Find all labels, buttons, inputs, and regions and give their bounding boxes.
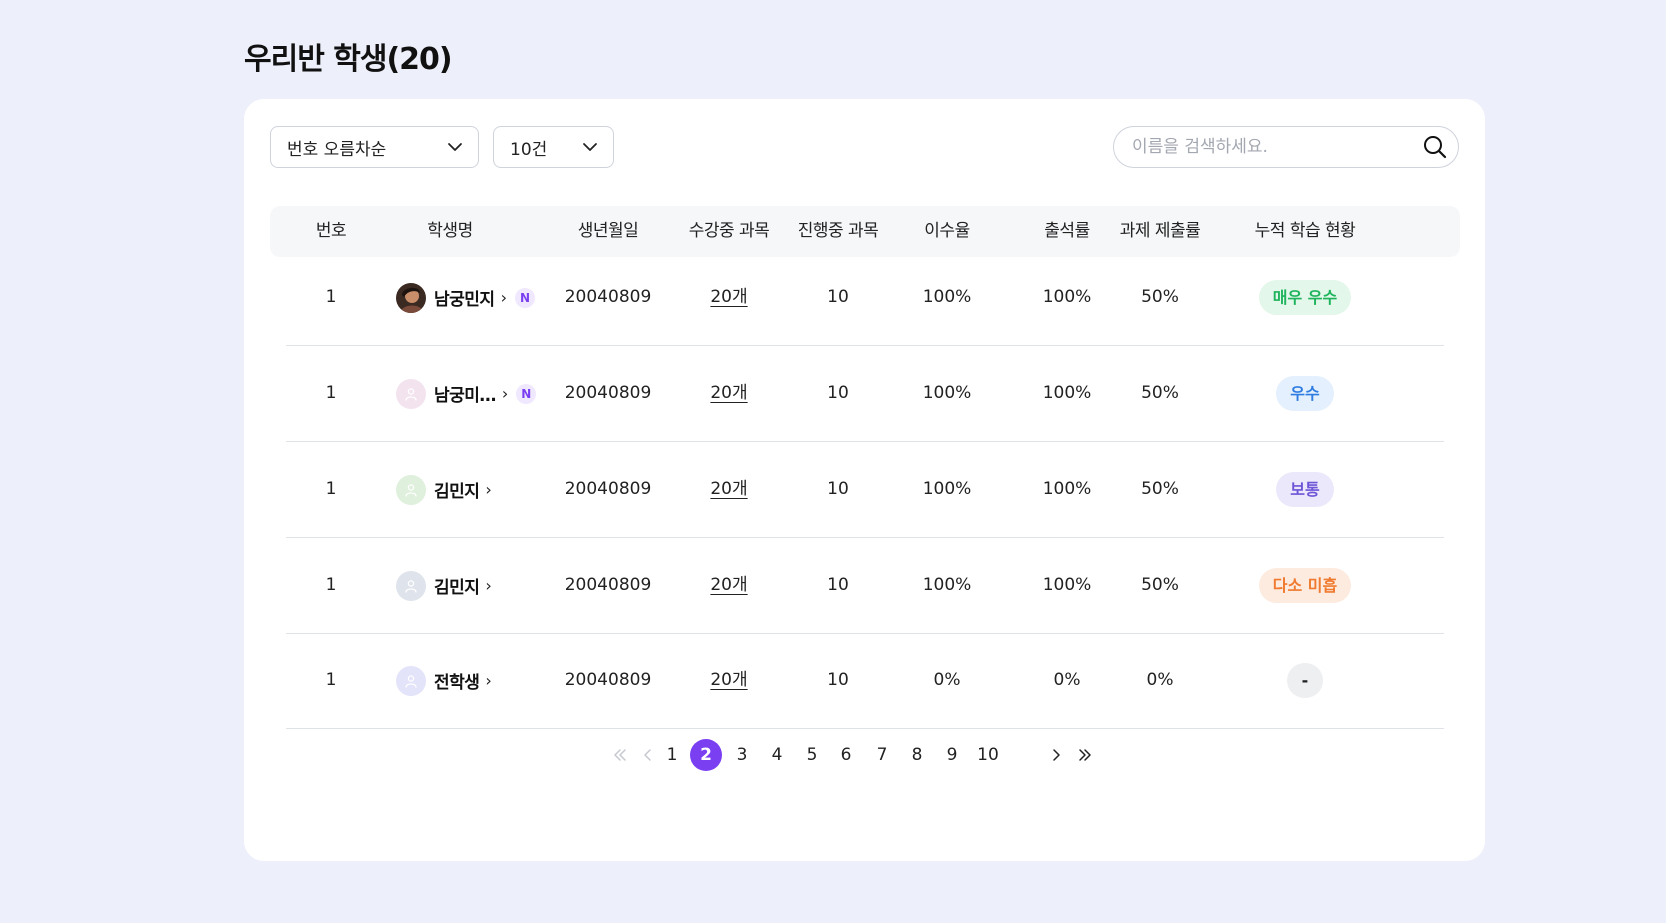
student-name-link[interactable]: 김민지 ›	[396, 538, 492, 633]
page-number-6[interactable]: 6	[830, 739, 862, 771]
cell-birthdate: 20040809	[564, 287, 652, 307]
cell-assignment-rate: 50%	[1141, 383, 1179, 403]
table-row: 1 남궁미… › N 20040809 20개 10 100% 100% 50% 우수	[286, 346, 1444, 442]
student-name: 남궁민지	[434, 290, 495, 310]
page-size-select[interactable]: 10건	[493, 126, 614, 168]
enrolled-subjects-link[interactable]: 20개	[710, 346, 747, 441]
cell-number: 1	[325, 287, 337, 307]
table-row: 1 전학생 › 20040809 20개 10 0% 0% 0% -	[286, 633, 1444, 729]
table-row: 1 김민지 › 20040809 20개 10 100% 100% 50% 보통	[286, 442, 1444, 538]
sort-order-select[interactable]: 번호 오름차순	[270, 126, 479, 168]
avatar	[396, 282, 426, 313]
student-list-card: 번호 오름차순 10건 번호 학생명 생년월일 수강중 과목 진행중 과목 이수…	[244, 99, 1485, 861]
cell-completion-rate: 100%	[922, 479, 972, 499]
student-name: 김민지	[434, 482, 480, 502]
cell-assignment-rate: 0%	[1146, 670, 1174, 690]
enrolled-subjects-link[interactable]: 20개	[710, 442, 747, 537]
student-name: 전학생	[434, 673, 480, 693]
search-box	[1113, 126, 1459, 168]
chevron-down-icon	[446, 138, 464, 156]
new-badge: N	[516, 383, 537, 404]
sort-order-label: 번호 오름차순	[287, 139, 387, 160]
cell-in-progress: 10	[827, 287, 849, 307]
search-input[interactable]	[1130, 136, 1422, 158]
cell-in-progress: 10	[827, 479, 849, 499]
cell-number: 1	[325, 575, 337, 595]
next-page-button[interactable]	[1040, 739, 1072, 771]
page-number-4[interactable]: 4	[761, 739, 793, 771]
status-badge: 매우 우수	[1259, 280, 1351, 315]
avatar	[396, 474, 426, 505]
page-number-2[interactable]: 2	[690, 739, 722, 771]
cell-completion-rate: 100%	[922, 575, 972, 595]
student-name: 남궁미…	[434, 386, 496, 406]
cell-attendance-rate: 100%	[1042, 287, 1092, 307]
cell-in-progress: 10	[827, 670, 849, 690]
pagination: 1 2 3 4 5 6 7 8 9 10	[244, 739, 1485, 771]
cell-birthdate: 20040809	[564, 670, 652, 690]
page-number-9[interactable]: 9	[936, 739, 968, 771]
cell-number: 1	[325, 479, 337, 499]
student-name-link[interactable]: 전학생 ›	[396, 633, 492, 728]
status-badge: 우수	[1276, 376, 1334, 411]
chevron-down-icon	[581, 138, 599, 156]
cell-assignment-rate: 50%	[1141, 287, 1179, 307]
cell-number: 1	[325, 383, 337, 403]
chevron-right-icon: ›	[501, 384, 509, 403]
page-number-8[interactable]: 8	[901, 739, 933, 771]
page-number-10[interactable]: 10	[972, 739, 1004, 771]
search-icon[interactable]	[1422, 134, 1448, 160]
cell-birthdate: 20040809	[564, 383, 652, 403]
page-number-1[interactable]: 1	[656, 739, 688, 771]
student-name-link[interactable]: 남궁민지 › N	[396, 250, 535, 345]
cell-birthdate: 20040809	[564, 479, 652, 499]
table-row: 1 남궁민지 › N 20040809 20개 10 100% 100% 50% 매우 우수	[286, 250, 1444, 346]
status-badge: -	[1287, 663, 1323, 698]
student-name: 김민지	[434, 578, 480, 598]
last-page-button[interactable]	[1069, 739, 1101, 771]
page-title: 우리반 학생(20)	[244, 42, 453, 77]
enrolled-subjects-link[interactable]: 20개	[710, 250, 747, 345]
chevron-right-icon: ›	[485, 671, 492, 690]
cell-completion-rate: 100%	[922, 383, 972, 403]
chevron-right-icon: ›	[485, 576, 492, 595]
cell-in-progress: 10	[827, 575, 849, 595]
enrolled-subjects-link[interactable]: 20개	[710, 633, 747, 728]
cell-completion-rate: 0%	[933, 670, 961, 690]
cell-attendance-rate: 0%	[1053, 670, 1081, 690]
cell-assignment-rate: 50%	[1141, 575, 1179, 595]
page-number-5[interactable]: 5	[796, 739, 828, 771]
cell-completion-rate: 100%	[922, 287, 972, 307]
status-badge: 보통	[1276, 472, 1334, 507]
avatar	[396, 665, 426, 696]
page-number-3[interactable]: 3	[726, 739, 758, 771]
student-name-link[interactable]: 김민지 ›	[396, 442, 492, 537]
cell-attendance-rate: 100%	[1042, 479, 1092, 499]
status-badge: 다소 미흡	[1259, 568, 1351, 603]
cell-birthdate: 20040809	[564, 575, 652, 595]
cell-assignment-rate: 50%	[1141, 479, 1179, 499]
avatar	[396, 378, 426, 409]
avatar	[396, 570, 426, 601]
chevron-right-icon: ›	[485, 480, 492, 499]
cell-attendance-rate: 100%	[1042, 575, 1092, 595]
page-size-label: 10건	[510, 139, 548, 160]
table-row: 1 김민지 › 20040809 20개 10 100% 100% 50% 다소 미흡	[286, 538, 1444, 634]
chevron-right-icon: ›	[500, 288, 507, 307]
cell-attendance-rate: 100%	[1042, 383, 1092, 403]
student-name-link[interactable]: 남궁미… › N	[396, 346, 537, 441]
page-number-7[interactable]: 7	[866, 739, 898, 771]
cell-number: 1	[325, 670, 337, 690]
enrolled-subjects-link[interactable]: 20개	[710, 538, 747, 633]
cell-in-progress: 10	[827, 383, 849, 403]
new-badge: N	[514, 287, 535, 308]
